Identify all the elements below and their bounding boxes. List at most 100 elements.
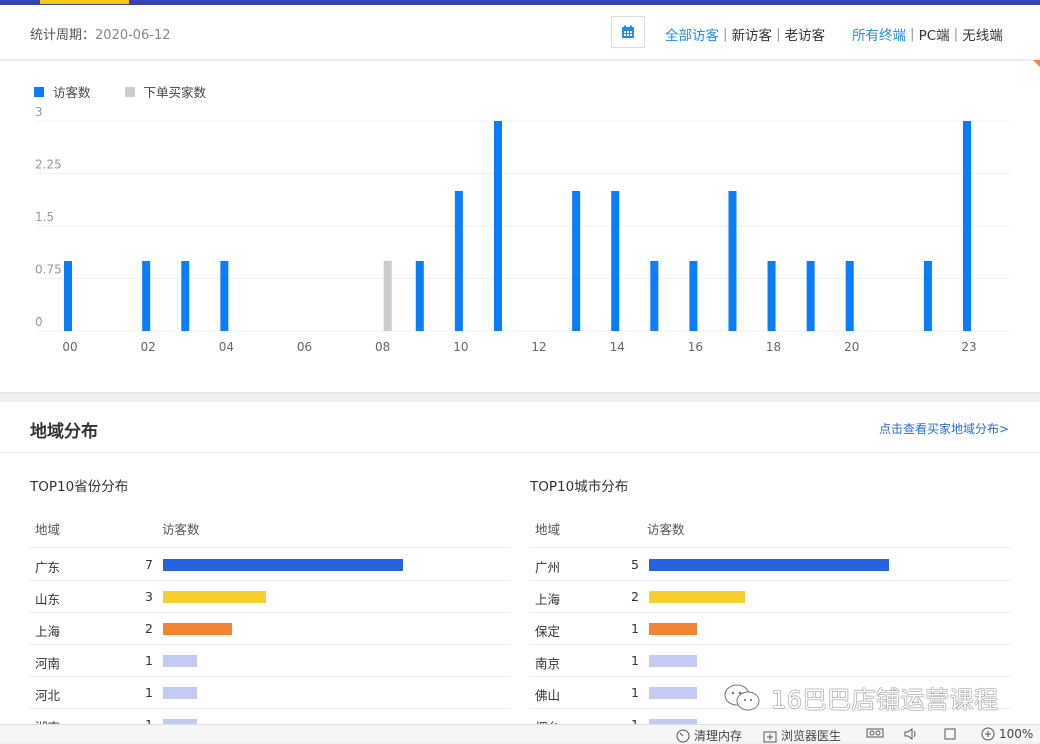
province-rows: 广东7山东3上海2河南1河北1湖南1 [30,549,510,741]
y-tick-label: 2.25 [35,158,62,172]
city-table-header: 地域 访客数 [530,512,1010,548]
x-tick-label: 02 [141,340,156,354]
visitor-bar [64,261,72,331]
col-region: 地域 [535,522,561,537]
legend-swatch-buyers [124,86,135,97]
visitor-count: 2 [145,621,153,636]
region-name: 保定 [535,624,561,639]
divider: | [723,26,728,42]
table-row: 河北 1 [30,677,510,709]
region-name: 山东 [35,592,61,607]
province-panel-title: TOP10省份分布 [30,479,129,495]
clear-memory-button[interactable]: 清理内存 [676,727,742,744]
corner-marker [1033,60,1040,67]
filter-wireless[interactable]: 无线端 [962,24,1003,44]
speaker-icon [904,728,916,740]
sound-button[interactable] [903,727,923,741]
x-tick-label: 06 [297,340,312,354]
visitor-count: 1 [631,685,639,700]
region-name: 上海 [35,624,61,639]
table-row: 河南 1 [30,645,510,677]
filter-new-visitors[interactable]: 新访客 [732,24,773,44]
visitor-count: 7 [145,557,153,572]
visitor-count: 1 [631,621,639,636]
visitor-bar [806,261,815,331]
visitor-bar [650,261,659,331]
visitor-count: 1 [145,653,153,668]
medkit-icon [763,731,777,742]
x-tick-label: 16 [688,340,703,354]
table-row: 保定 1 [530,613,1010,645]
section-divider [0,452,1040,453]
x-tick-label: 12 [531,340,546,354]
filter-all-terminals[interactable]: 所有终端 [852,24,906,44]
legend-swatch-visitors [34,86,44,97]
visitor-bar [649,687,697,699]
legend-visitors[interactable]: 访客数 [34,82,91,101]
region-name: 广东 [35,560,61,575]
filter-all-visitors[interactable]: 全部访客 [665,24,719,44]
x-tick-label: 23 [961,340,976,354]
y-tick-label: 0 [35,315,43,329]
filter-returning-visitors[interactable]: 老访客 [785,24,826,44]
wechat-icon [724,684,760,710]
visitor-bar [142,261,151,331]
watermark-text: 16巴巴店铺运营课程 [771,686,999,714]
view-buyer-region-link[interactable]: 点击查看买家地域分布> [879,420,1009,437]
divider: | [776,26,781,42]
visitor-bar [649,623,697,635]
region-name: 河南 [35,656,61,671]
table-row: 广东 7 [30,549,510,581]
region-name: 佛山 [535,688,561,703]
visitor-count: 5 [631,557,639,572]
calendar-button[interactable] [611,16,645,48]
visitor-bar [493,121,502,331]
zoom-control[interactable]: 100% [981,727,1033,741]
browser-doctor-label: 浏览器医生 [781,729,842,743]
visitor-bar [454,191,463,331]
visitor-bar [220,261,229,331]
visitor-bar [963,121,971,331]
hourly-bar-chart: 0 0.75 1.5 2.25 3 00 02 04 06 08 10 12 14 16 18 20 23 [35,105,1010,354]
table-row: 上海 2 [530,581,1010,613]
visitor-bar [923,261,932,331]
active-tab-indicator [40,0,129,4]
legend-buyers[interactable]: 下单买家数 [124,82,207,101]
visitor-bar [163,655,197,667]
gauge-icon [676,729,690,742]
filter-pc[interactable]: PC端 [919,24,950,44]
legend-label-visitors: 访客数 [53,85,91,100]
visitor-count: 2 [631,589,639,604]
visitor-bar [415,261,424,331]
screenshot-button[interactable] [866,727,888,739]
table-row: 南京 1 [530,645,1010,677]
table-row: 广州 5 [530,549,1010,581]
province-table-header: 地域 访客数 [30,512,510,548]
col-visitors: 访客数 [647,522,685,537]
visitor-bar [728,191,737,331]
y-tick-label: 1.5 [35,210,54,224]
visitor-bar [163,687,197,699]
col-region: 地域 [35,522,61,537]
zoom-level: 100% [999,727,1034,741]
watermark: 16巴巴店铺运营课程 [723,680,999,715]
visitor-bar [845,261,854,331]
legend-label-buyers: 下单买家数 [143,85,207,100]
zoom-in-icon [981,727,995,741]
region-name: 上海 [535,592,561,607]
table-row: 上海 2 [30,613,510,645]
visitor-bar [163,559,403,571]
y-tick-label: 0.75 [35,263,62,277]
visitor-bar [649,655,697,667]
visitor-bar [163,591,266,603]
x-tick-label: 18 [766,340,781,354]
browser-doctor-button[interactable]: 浏览器医生 [763,727,841,744]
x-tick-label: 10 [453,340,468,354]
visitor-bar [572,191,581,331]
visitor-type-filter: 全部访客 | 新访客 | 老访客 [665,24,825,44]
visitor-bar [611,191,620,331]
window-button[interactable] [943,727,961,741]
visitor-bar [181,261,190,331]
col-visitors: 访客数 [162,522,200,537]
city-panel-title: TOP10城市分布 [530,479,629,495]
